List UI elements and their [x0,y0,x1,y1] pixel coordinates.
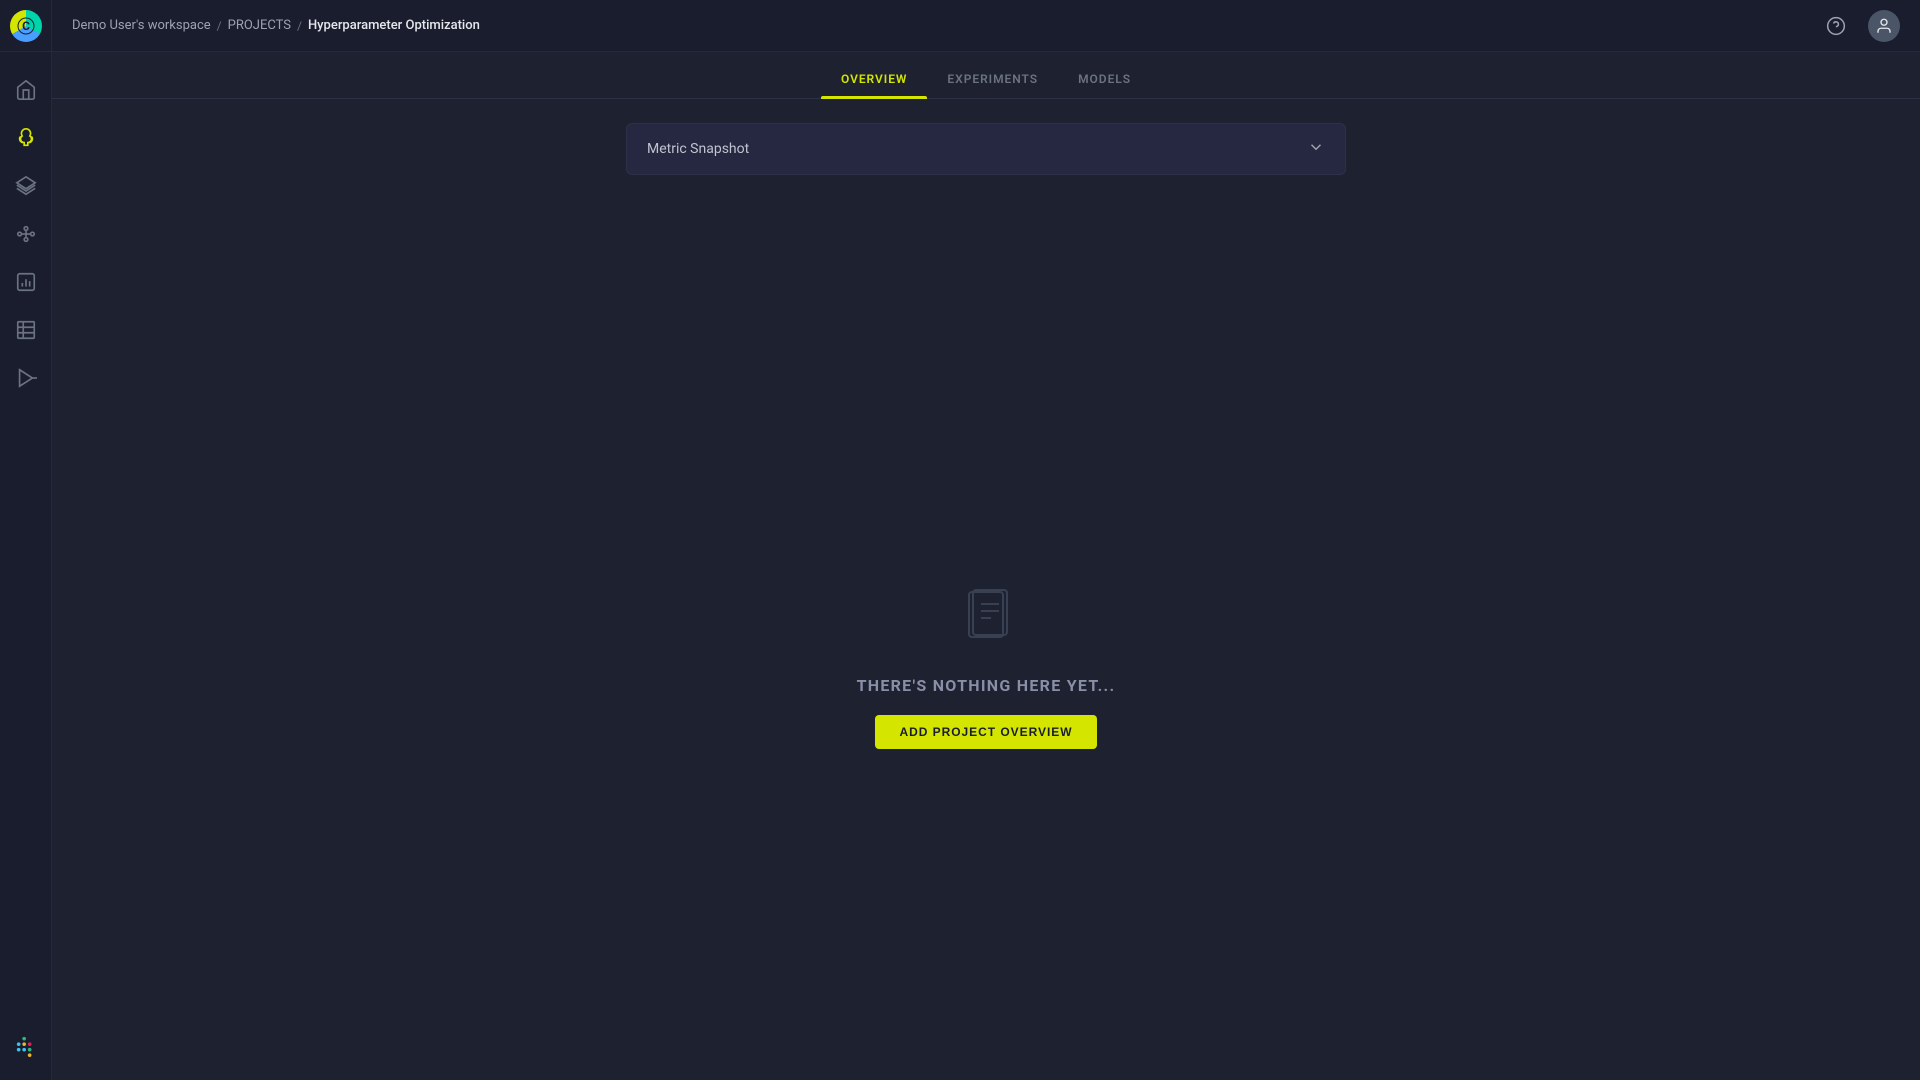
tabs-bar: OVERVIEW EXPERIMENTS MODELS [52,52,1920,99]
user-avatar[interactable] [1868,10,1900,42]
tab-experiments[interactable]: EXPERIMENTS [927,60,1058,98]
brain-icon [15,127,37,149]
sidebar-item-tables[interactable] [4,308,48,352]
sidebar-item-datasets[interactable] [4,164,48,208]
breadcrumb-projects[interactable]: PROJECTS [228,18,291,33]
tables-icon [15,319,37,341]
reports-icon [15,271,37,293]
content-area: OVERVIEW EXPERIMENTS MODELS Metric Snaps… [52,52,1920,1080]
page-body: Metric Snapshot [52,99,1920,1080]
breadcrumb-workspace[interactable]: Demo User's workspace [72,18,211,33]
breadcrumb-current: Hyperparameter Optimization [308,18,480,33]
help-icon [1826,16,1846,36]
logo[interactable]: C [0,0,52,52]
sidebar-item-pipelines[interactable] [4,212,48,256]
sidebar-bottom [4,1012,48,1080]
breadcrumb-sep-1: / [217,19,222,33]
tab-overview[interactable]: OVERVIEW [821,60,927,98]
metric-snapshot-label: Metric Snapshot [647,141,749,157]
metric-snapshot-dropdown[interactable]: Metric Snapshot [626,123,1346,175]
layers-icon [15,175,37,197]
topbar: Demo User's workspace / PROJECTS / Hyper… [52,0,1920,52]
empty-state-icon [951,582,1021,656]
user-icon [1875,17,1893,35]
logo-icon: C [10,10,42,42]
sidebar-item-slack[interactable] [4,1024,48,1068]
slack-icon [15,1035,37,1057]
sidebar-item-deploy[interactable] [4,356,48,400]
deploy-icon [15,367,37,389]
empty-state-text: THERE'S NOTHING HERE YET... [857,676,1116,695]
sidebar-nav [0,60,51,1012]
help-button[interactable] [1820,10,1852,42]
add-project-overview-button[interactable]: ADD PROJECT OVERVIEW [875,715,1096,749]
breadcrumb-sep-2: / [297,19,302,33]
sidebar-item-reports[interactable] [4,260,48,304]
chevron-down-icon [1307,138,1325,160]
main-content: Demo User's workspace / PROJECTS / Hyper… [52,0,1920,1080]
topbar-actions [1820,10,1900,42]
home-icon [15,79,37,101]
empty-state: THERE'S NOTHING HERE YET... ADD PROJECT … [857,275,1116,1056]
tab-models[interactable]: MODELS [1058,60,1151,98]
sidebar-item-home[interactable] [4,68,48,112]
breadcrumb: Demo User's workspace / PROJECTS / Hyper… [72,18,480,33]
sidebar: C [0,0,52,1080]
sidebar-item-experiments[interactable] [4,116,48,160]
pipeline-icon [15,223,37,245]
svg-text:C: C [22,19,30,33]
